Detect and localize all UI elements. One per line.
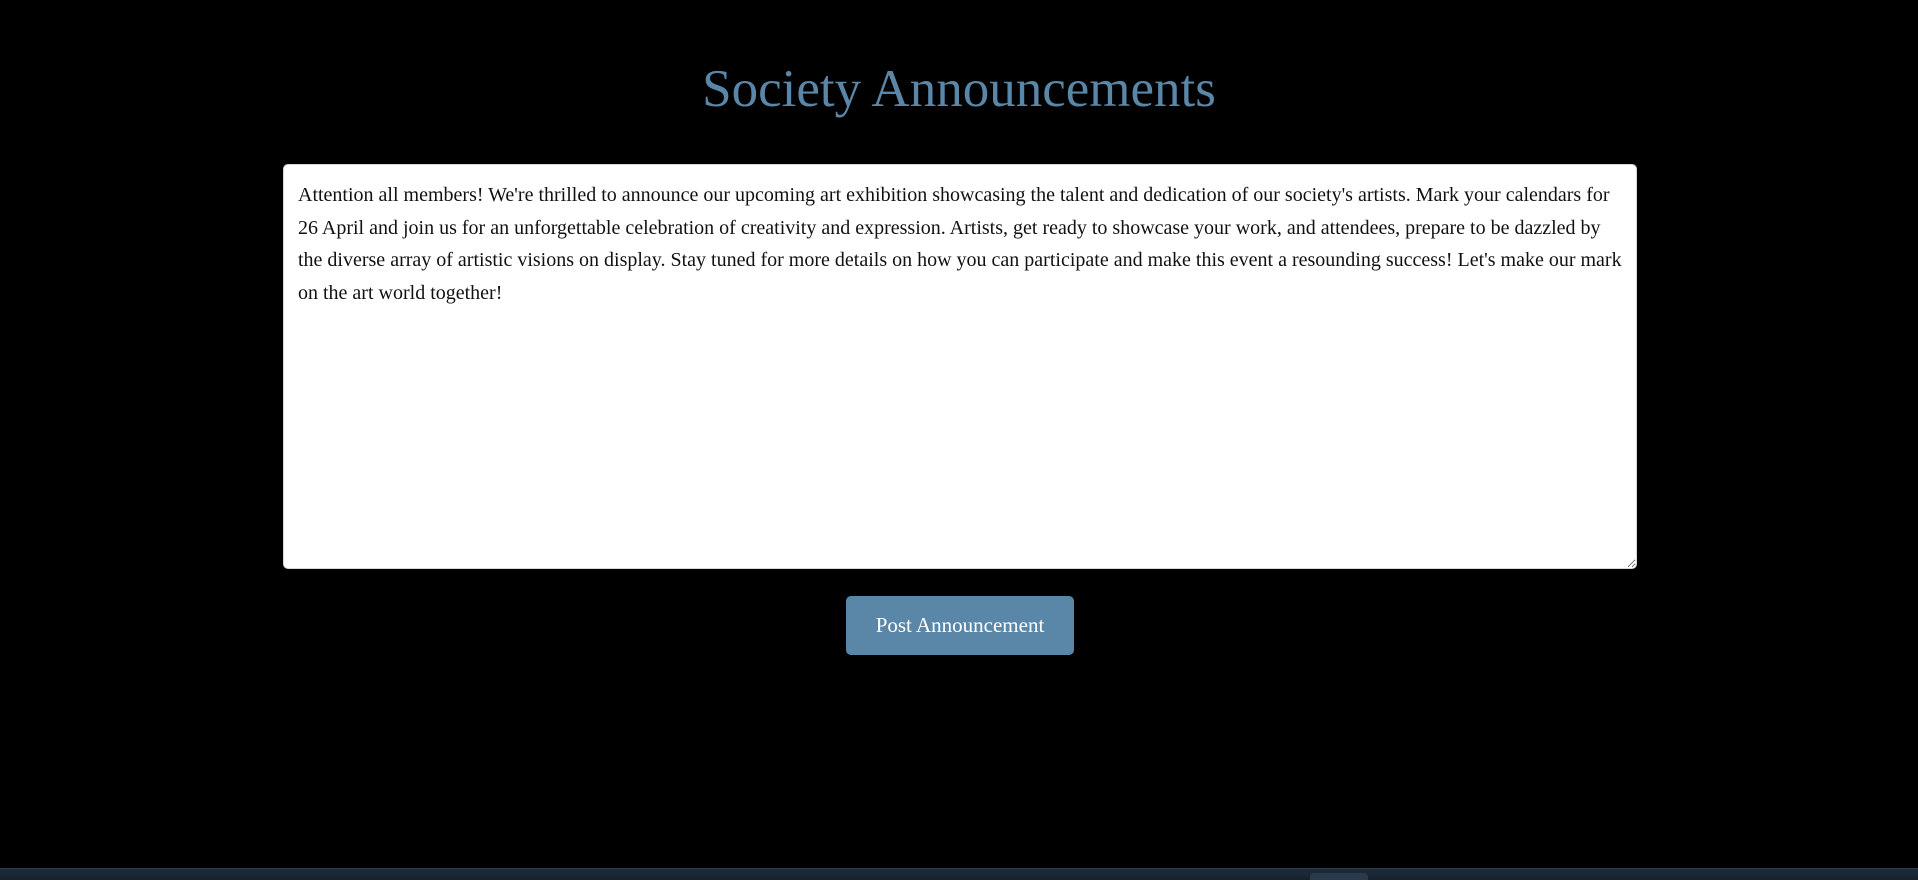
page-title: Society Announcements	[702, 60, 1216, 118]
announcement-textarea[interactable]: Attention all members! We're thrilled to…	[283, 164, 1637, 569]
taskbar-item[interactable]	[1310, 873, 1368, 880]
taskbar	[0, 868, 1918, 880]
page: Society Announcements Attention all memb…	[0, 0, 1918, 880]
post-announcement-button[interactable]: Post Announcement	[846, 596, 1074, 655]
